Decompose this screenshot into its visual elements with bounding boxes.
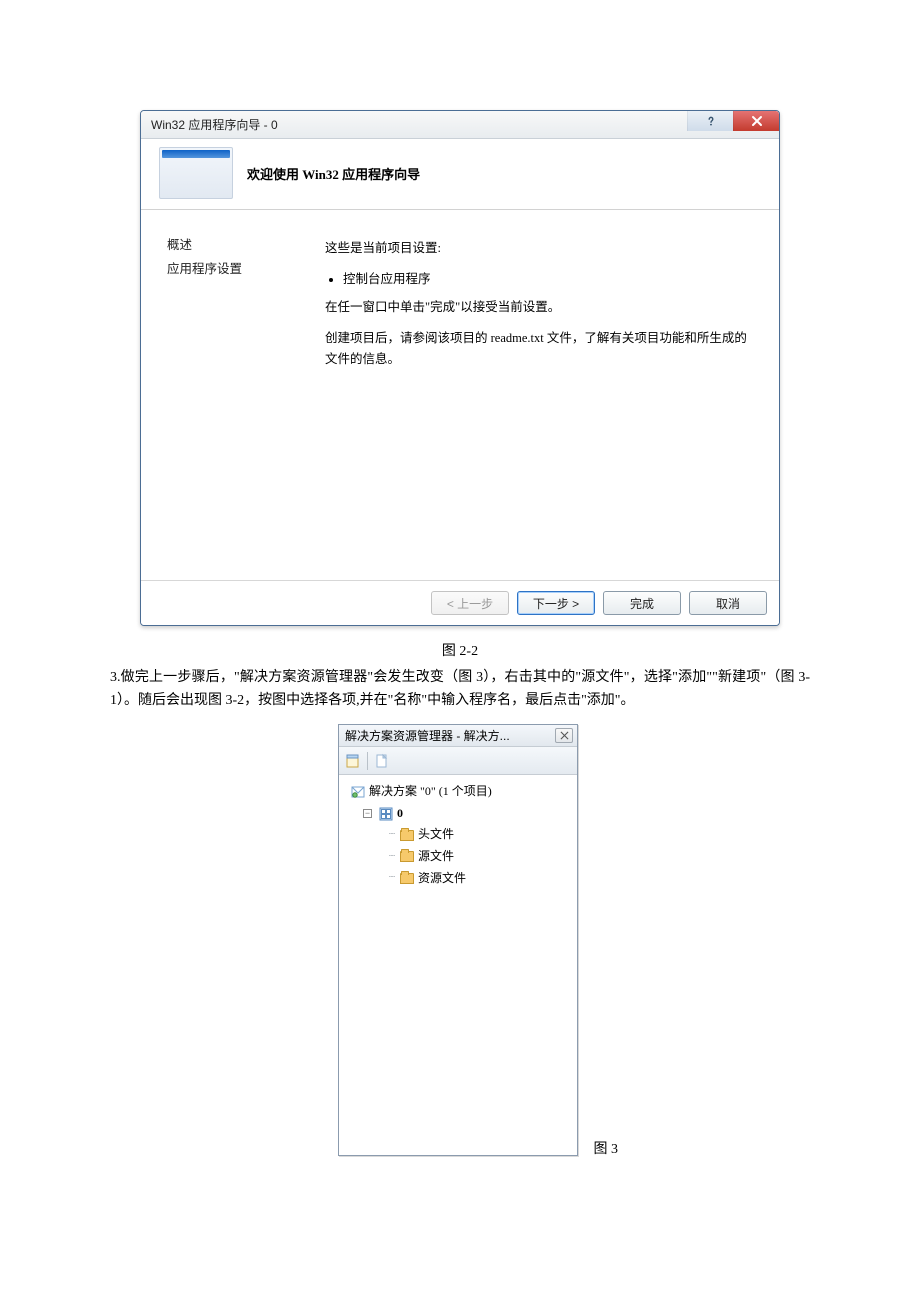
toolbar-properties-button[interactable] <box>343 751 363 771</box>
folder-icon <box>400 830 414 841</box>
figure-caption-3: 图 3 <box>594 1138 619 1158</box>
wizard-thumbnail-icon <box>159 147 233 199</box>
panel-title: 解决方案资源管理器 - 解决方... <box>345 727 555 744</box>
dialog-header-title: 欢迎使用 Win32 应用程序向导 <box>247 164 420 183</box>
tree-solution-node[interactable]: 解决方案 "0" (1 个项目) <box>345 781 573 803</box>
dialog-titlebar: Win32 应用程序向导 - 0 <box>141 111 779 139</box>
panel-titlebar: 解决方案资源管理器 - 解决方... <box>339 725 577 747</box>
dialog-header: 欢迎使用 Win32 应用程序向导 <box>141 139 779 210</box>
tree-sources-label: 源文件 <box>418 846 454 868</box>
show-all-icon <box>374 753 390 769</box>
project-icon <box>379 807 393 821</box>
win32-wizard-dialog: Win32 应用程序向导 - 0 欢迎使用 Win32 应用程序向导 概述 应用… <box>140 110 780 626</box>
toolbar-show-all-button[interactable] <box>372 751 392 771</box>
folder-icon <box>400 873 414 884</box>
tree-sources-node[interactable]: ┈ 源文件 <box>345 846 573 868</box>
solution-icon <box>351 785 365 799</box>
dialog-button-row: < 上一步 下一步 > 完成 取消 <box>141 580 779 625</box>
folder-icon <box>400 851 414 862</box>
content-line-3: 创建项目后，请参阅该项目的 readme.txt 文件，了解有关项目功能和所生成… <box>325 328 751 371</box>
content-line-2: 在任一窗口中单击"完成"以接受当前设置。 <box>325 297 751 318</box>
sidebar-item-app-settings[interactable]: 应用程序设置 <box>167 258 305 282</box>
solution-explorer-panel: 解决方案资源管理器 - 解决方... 解决方 <box>338 724 578 1156</box>
solution-tree: 解决方案 "0" (1 个项目) − 0 ┈ 头文件 ┈ <box>339 775 577 1155</box>
tree-resources-node[interactable]: ┈ 资源文件 <box>345 868 573 890</box>
tree-headers-node[interactable]: ┈ 头文件 <box>345 824 573 846</box>
wizard-sidebar: 概述 应用程序设置 <box>141 210 321 580</box>
close-icon <box>751 115 763 127</box>
dialog-title: Win32 应用程序向导 - 0 <box>151 116 687 133</box>
tree-connector: ┈ <box>389 848 394 866</box>
content-bullet-1: 控制台应用程序 <box>343 269 751 290</box>
sidebar-item-overview[interactable]: 概述 <box>167 234 305 258</box>
help-icon <box>705 115 717 127</box>
panel-toolbar <box>339 747 577 775</box>
tree-resources-label: 资源文件 <box>418 868 466 890</box>
tree-project-node[interactable]: − 0 <box>345 803 573 825</box>
toolbar-separator <box>367 752 368 770</box>
close-icon <box>560 731 569 740</box>
figure-caption-2-2: 图 2-2 <box>110 640 810 660</box>
cancel-button[interactable]: 取消 <box>689 591 767 615</box>
tree-project-label: 0 <box>397 803 403 825</box>
tree-solution-label: 解决方案 "0" (1 个项目) <box>369 781 492 803</box>
collapse-icon[interactable]: − <box>363 809 372 818</box>
instruction-paragraph: 3.做完上一步骤后，"解决方案资源管理器"会发生改变（图 3），右击其中的"源文… <box>110 666 810 712</box>
prev-button: < 上一步 <box>431 591 509 615</box>
finish-button[interactable]: 完成 <box>603 591 681 615</box>
tree-connector: ┈ <box>389 826 394 844</box>
tree-headers-label: 头文件 <box>418 824 454 846</box>
next-button[interactable]: 下一步 > <box>517 591 595 615</box>
content-line-1: 这些是当前项目设置: <box>325 238 751 259</box>
panel-close-button[interactable] <box>555 728 573 743</box>
close-button[interactable] <box>733 111 779 131</box>
wizard-content: 这些是当前项目设置: 控制台应用程序 在任一窗口中单击"完成"以接受当前设置。 … <box>321 210 779 580</box>
tree-connector: ┈ <box>389 869 394 887</box>
properties-icon <box>345 753 361 769</box>
help-button[interactable] <box>687 111 733 131</box>
